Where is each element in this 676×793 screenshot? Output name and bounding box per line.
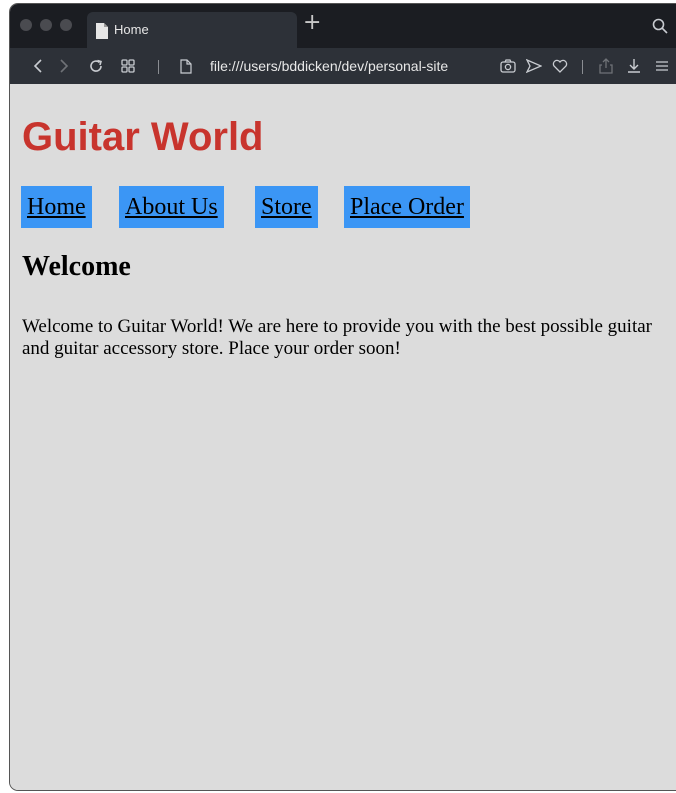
welcome-text: Welcome to Guitar World! We are here to …	[22, 316, 652, 359]
page-info-button[interactable]	[176, 48, 196, 84]
menu-icon	[656, 61, 668, 71]
new-tab-button[interactable]: +	[303, 12, 321, 34]
tab-title: Home	[114, 22, 149, 37]
send-button[interactable]	[524, 48, 544, 84]
send-icon	[526, 59, 542, 73]
browser-toolbar: file:///users/bddicken/dev/personal-site	[10, 48, 676, 84]
chevron-right-icon	[60, 59, 69, 73]
search-icon[interactable]	[652, 18, 668, 34]
browser-window: Home + file:///users/bddicken/dev/person…	[10, 4, 676, 790]
page-content: Guitar World Home About Us Store Place O…	[10, 84, 676, 790]
document-icon	[96, 23, 108, 39]
back-button[interactable]	[28, 48, 48, 84]
chevron-left-icon	[33, 59, 42, 73]
grid-icon	[121, 59, 135, 73]
screenshot-button[interactable]	[498, 48, 518, 84]
reload-button[interactable]	[86, 48, 106, 84]
download-icon	[628, 59, 640, 73]
camera-icon	[500, 59, 516, 73]
document-outline-icon	[180, 58, 192, 74]
address-bar[interactable]: file:///users/bddicken/dev/personal-site	[210, 48, 480, 84]
toolbar-divider	[158, 60, 159, 74]
zoom-window-button[interactable]	[60, 19, 72, 31]
minimize-window-button[interactable]	[40, 19, 52, 31]
heart-icon	[552, 59, 568, 73]
nav-link-place-order[interactable]: Place Order	[344, 186, 470, 228]
menu-button[interactable]	[652, 48, 672, 84]
share-icon	[599, 58, 613, 74]
nav-link-store[interactable]: Store	[255, 186, 318, 228]
downloads-button[interactable]	[624, 48, 644, 84]
nav-link-about-us[interactable]: About Us	[119, 186, 224, 228]
tab-overview-button[interactable]	[118, 48, 138, 84]
share-button[interactable]	[596, 48, 616, 84]
reload-icon	[90, 59, 102, 72]
tab-home[interactable]: Home	[87, 12, 297, 48]
welcome-heading: Welcome	[22, 251, 131, 282]
nav-link-home[interactable]: Home	[21, 186, 92, 228]
forward-button[interactable]	[54, 48, 74, 84]
toolbar-divider	[582, 60, 583, 74]
tab-bar: Home +	[10, 4, 676, 48]
close-window-button[interactable]	[20, 19, 32, 31]
site-title: Guitar World	[22, 115, 264, 159]
favorite-button[interactable]	[550, 48, 570, 84]
